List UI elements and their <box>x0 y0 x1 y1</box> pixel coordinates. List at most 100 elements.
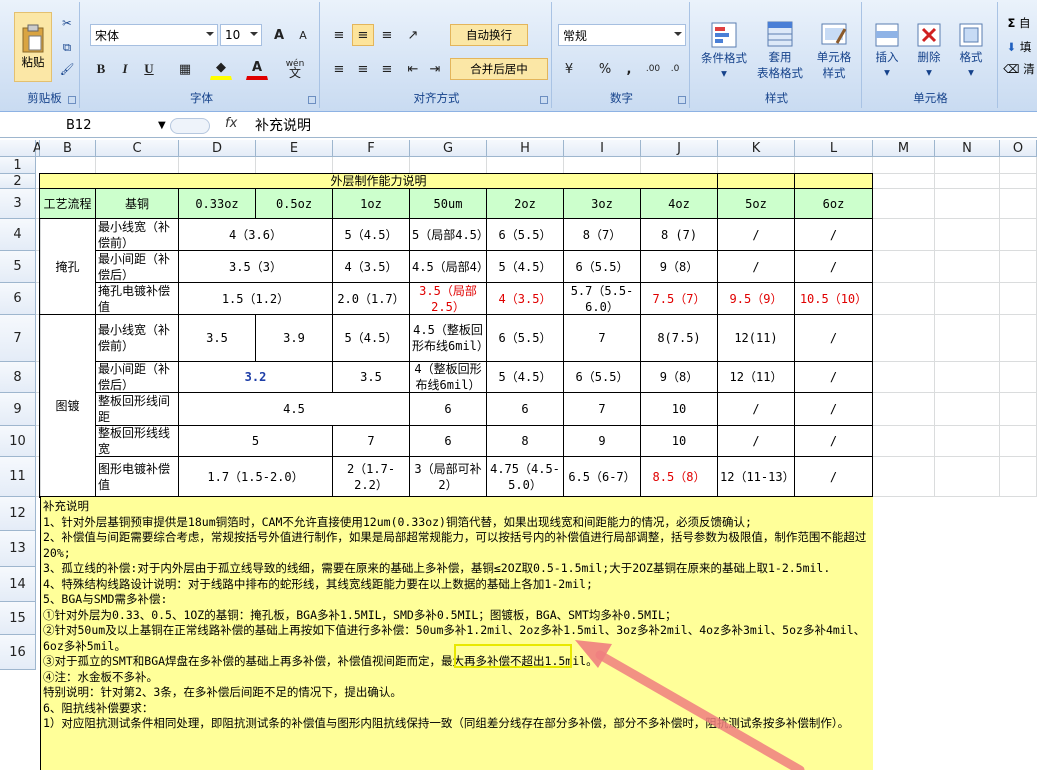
copy-icon[interactable]: ⧉ <box>58 38 76 56</box>
align-center-icon[interactable]: ≡ <box>352 58 374 80</box>
chevron-down-icon: ▾ <box>926 65 932 79</box>
autosum-label: 自 <box>1019 16 1031 30</box>
border-icon[interactable]: ▦ <box>174 58 196 80</box>
font-color-icon[interactable]: A <box>246 58 268 80</box>
wen-char: 文 <box>288 66 301 80</box>
cell-styles-button[interactable]: 单元格 样式 <box>808 14 860 86</box>
font-group-label: 字体 <box>190 91 213 105</box>
editing-group: Σ 自 ⬇ 填 ⌫ 清 <box>1000 2 1037 108</box>
increase-decimal-icon[interactable]: .00 <box>642 58 664 80</box>
cut-icon[interactable]: ✂ <box>58 14 76 32</box>
conditional-format-icon <box>711 22 737 48</box>
dialog-launcher-icon[interactable] <box>308 96 316 104</box>
cell-styles-label-2: 样式 <box>822 66 846 80</box>
clipboard-icon <box>22 24 44 53</box>
number-group: 常规 ¥ % , .00 .0 数字 <box>554 2 690 108</box>
format-painter-icon[interactable]: 🖌 <box>58 60 76 78</box>
comma-button[interactable]: , <box>618 58 640 80</box>
styles-group: 条件格式 ▾ 套用 表格格式 单元格 样式 样式 <box>692 2 862 108</box>
align-top-icon[interactable]: ≡ <box>328 24 350 46</box>
chevron-down-icon <box>674 32 682 36</box>
align-right-icon[interactable]: ≡ <box>376 58 398 80</box>
fill-color-icon[interactable]: ◆ <box>210 58 232 80</box>
paste-button[interactable]: 粘贴 <box>14 12 52 82</box>
increase-indent-icon[interactable]: ⇥ <box>424 58 446 80</box>
percent-button[interactable]: % <box>594 58 616 80</box>
number-format-value: 常规 <box>563 28 588 43</box>
chevron-down-icon <box>250 32 258 36</box>
name-box[interactable]: B12 ▼ <box>8 116 168 136</box>
merge-center-label: 合并后居中 <box>470 62 528 76</box>
number-group-label: 数字 <box>610 91 633 105</box>
chevron-down-icon <box>206 32 214 36</box>
delete-button[interactable]: 删除 ▾ <box>908 14 950 86</box>
italic-label: I <box>122 61 128 76</box>
wrap-text-button[interactable]: 自动换行 <box>450 24 528 46</box>
eraser-icon: ⌫ <box>1003 62 1020 76</box>
fill-button[interactable]: ⬇ 填 <box>1004 38 1034 56</box>
format-as-table-button[interactable]: 套用 表格格式 <box>752 14 808 86</box>
merge-center-button[interactable]: 合并后居中 <box>450 58 548 80</box>
chevron-down-icon: ▾ <box>968 65 974 79</box>
bold-button[interactable]: B <box>90 58 112 80</box>
underline-label: U <box>144 61 154 76</box>
alignment-group-label: 对齐方式 <box>413 91 460 105</box>
align-bottom-icon[interactable]: ≡ <box>376 24 398 46</box>
decrease-decimal-icon[interactable]: .0 <box>664 58 686 80</box>
ribbon: 粘贴 ✂ ⧉ 🖌 剪贴板 宋体 10 A A B I U ▦ ◆ A wén 文 … <box>0 0 1037 112</box>
insert-function-icon[interactable]: fx <box>225 116 237 131</box>
worksheet[interactable]: ABCDEFGHIJKLMNO 1 2 3 4 5 6 7 8 9 10 11 12 13 14 15 16 … <box>0 140 1037 770</box>
sigma-icon: Σ <box>1007 16 1016 30</box>
alignment-group: ≡ ≡ ≡ ↗ 自动换行 ≡ ≡ ≡ ⇤ ⇥ 合并后居中 对齐方式 <box>322 2 552 108</box>
annotation-arrow <box>575 640 805 770</box>
format-button[interactable]: 格式 ▾ <box>950 14 992 86</box>
fx-label: fx <box>225 116 238 131</box>
format-as-table-label: 套用 <box>768 50 792 64</box>
dialog-launcher-icon[interactable] <box>678 96 686 104</box>
dialog-launcher-icon[interactable] <box>540 96 548 104</box>
chevron-down-icon: ▼ <box>158 120 166 131</box>
grow-font-button[interactable]: A <box>268 24 290 46</box>
font-name-box[interactable]: 宋体 <box>90 24 218 46</box>
grow-font-label: A <box>273 27 285 43</box>
dialog-launcher-icon[interactable] <box>68 96 76 104</box>
delete-cells-icon <box>917 23 941 47</box>
font-name-value: 宋体 <box>95 28 120 43</box>
align-left-icon[interactable]: ≡ <box>328 58 350 80</box>
clear-label: 清 <box>1023 62 1035 76</box>
decrease-indent-icon[interactable]: ⇤ <box>402 58 424 80</box>
insert-button[interactable]: 插入 ▾ <box>866 14 908 86</box>
formula-input[interactable]: 补充说明 <box>255 116 311 136</box>
number-format-box[interactable]: 常规 <box>558 24 686 46</box>
shrink-font-label: A <box>299 28 307 42</box>
formula-zoom-handle[interactable] <box>170 118 210 134</box>
format-cells-icon <box>959 23 983 47</box>
cell-styles-icon <box>821 23 847 45</box>
underline-button[interactable]: U <box>138 58 160 80</box>
conditional-format-label: 条件格式 <box>701 51 747 65</box>
italic-button[interactable]: I <box>114 58 136 80</box>
cells-group-label: 单元格 <box>913 91 948 105</box>
font-group: 宋体 10 A A B I U ▦ ◆ A wén 文 字体 <box>84 2 320 108</box>
wrap-text-label: 自动换行 <box>466 28 512 42</box>
name-box-value: B12 <box>66 118 92 133</box>
orientation-icon[interactable]: ↗ <box>402 24 424 46</box>
cell-styles-label: 单元格 <box>816 50 852 64</box>
clear-button[interactable]: ⌫ 清 <box>1003 60 1035 78</box>
conditional-format-button[interactable]: 条件格式 ▾ <box>696 14 752 86</box>
shrink-font-button[interactable]: A <box>292 24 314 46</box>
currency-icon[interactable]: ¥ <box>558 58 580 80</box>
fill-label: 填 <box>1019 40 1032 54</box>
autosum-button[interactable]: Σ 自 <box>1004 14 1034 32</box>
percent-label: % <box>598 61 612 77</box>
cells-group: 插入 ▾ 删除 ▾ 格式 ▾ 单元格 <box>864 2 998 108</box>
align-middle-icon[interactable]: ≡ <box>352 24 374 46</box>
format-as-table-label-2: 表格格式 <box>757 66 803 80</box>
delete-label: 删除 <box>917 50 941 64</box>
font-size-box[interactable]: 10 <box>220 24 262 46</box>
font-size-value: 10 <box>225 28 241 42</box>
clipboard-group: 粘贴 ✂ ⧉ 🖌 剪贴板 <box>10 2 80 108</box>
bold-label: B <box>96 61 106 76</box>
phonetic-guide-button[interactable]: wén 文 <box>280 58 310 80</box>
insert-cells-icon <box>875 23 899 47</box>
